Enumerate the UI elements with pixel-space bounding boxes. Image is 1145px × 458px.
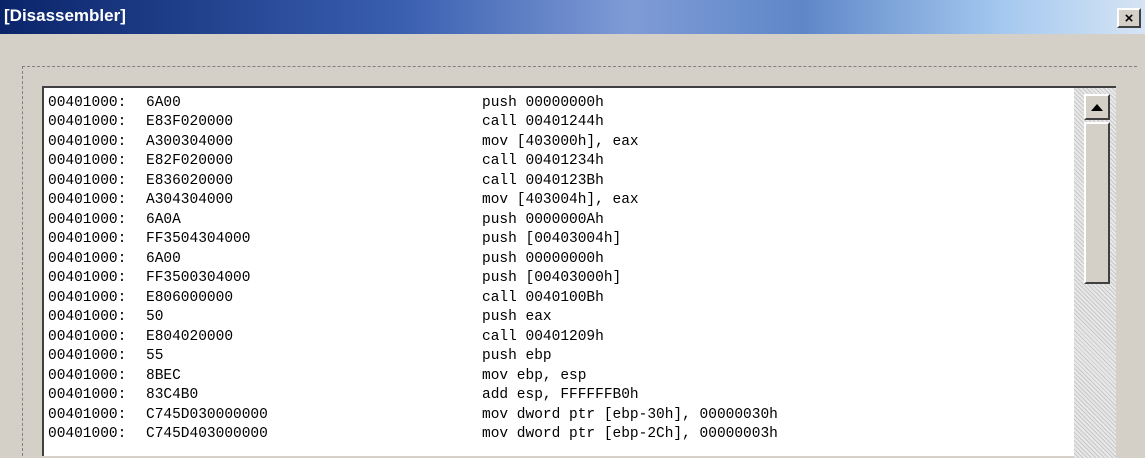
listing-bytes: A304304000: [146, 192, 234, 209]
listing-bytes: C745D030000000: [146, 406, 268, 423]
listing-address: 00401000:: [48, 94, 127, 111]
listing-address: 00401000:: [48, 406, 127, 423]
listing-bytes: 55: [146, 348, 164, 365]
listing-address: 00401000:: [48, 367, 127, 384]
vertical-scrollbar[interactable]: [1074, 88, 1116, 458]
listing-bytes: E836020000: [146, 172, 234, 189]
listing-row[interactable]: 00401000: E804020000 call 00401209h: [48, 327, 1073, 347]
listing-address: 00401000:: [48, 192, 127, 209]
arrow-up-icon: [1091, 103, 1103, 111]
listing-address: 00401000:: [48, 270, 127, 287]
listing-row[interactable]: 00401000: 55 push ebp: [48, 347, 1073, 367]
close-icon: ×: [1124, 9, 1134, 27]
listing-instruction: mov dword ptr [ebp-30h], 00000030h: [482, 406, 778, 423]
listing-row[interactable]: 00401000: A304304000 mov [403004h], eax: [48, 191, 1073, 211]
listing-address: 00401000:: [48, 172, 127, 189]
listing-row[interactable]: 00401000: FF3504304000 push [00403004h]: [48, 230, 1073, 250]
listing-instruction: push ebp: [482, 348, 552, 365]
listing-row[interactable]: 00401000: C745D030000000 mov dword ptr [eb…: [48, 405, 1073, 425]
listing-address: 00401000:: [48, 328, 127, 345]
listing-instruction: mov dword ptr [ebp-2Ch], 00000003h: [482, 426, 778, 443]
listing-row[interactable]: 00401000: E806000000 call 0040100Bh: [48, 288, 1073, 308]
listing-row[interactable]: 00401000: E82F020000 call 00401234h: [48, 152, 1073, 172]
listing-instruction: call 00401209h: [482, 328, 604, 345]
listing-instruction: push [00403004h]: [482, 231, 622, 248]
listing-address: 00401000:: [48, 426, 127, 443]
scroll-up-button[interactable]: [1084, 94, 1110, 120]
listing-bytes: E806000000: [146, 289, 234, 306]
listing-bytes: 8BEC: [146, 367, 181, 384]
listing-address: 00401000:: [48, 231, 127, 248]
disassembly-rows: 00401000: 6A00 push 00000000h 00401000: E83F…: [48, 93, 1073, 444]
close-button[interactable]: ×: [1117, 8, 1141, 28]
listing-address: 00401000:: [48, 250, 127, 267]
listing-bytes: E804020000: [146, 328, 234, 345]
listing-instruction: call 00401244h: [482, 114, 604, 131]
disassembly-listbox[interactable]: 00401000: 6A00 push 00000000h 00401000: E83F…: [42, 86, 1116, 458]
listing-instruction: push [00403000h]: [482, 270, 622, 287]
listing-row[interactable]: 00401000: A300304000 mov [403000h], eax: [48, 132, 1073, 152]
listing-bytes: FF3500304000: [146, 270, 251, 287]
listing-bytes: 83C4B0: [146, 387, 199, 404]
listing-instruction: call 0040100Bh: [482, 289, 604, 306]
listing-address: 00401000:: [48, 387, 127, 404]
listing-row[interactable]: 00401000: 8BEC mov ebp, esp: [48, 366, 1073, 386]
listing-bytes: FF3504304000: [146, 231, 251, 248]
listing-instruction: call 00401234h: [482, 153, 604, 170]
listing-bytes: 6A0A: [146, 211, 181, 228]
listing-row[interactable]: 00401000: E83F020000 call 00401244h: [48, 113, 1073, 133]
listing-row[interactable]: 00401000: 6A00 push 00000000h: [48, 93, 1073, 113]
window-title: [Disassembler]: [4, 6, 126, 25]
listing-instruction: push 00000000h: [482, 94, 604, 111]
listing-bytes: E82F020000: [146, 153, 234, 170]
listing-row[interactable]: 00401000: 6A0A push 0000000Ah: [48, 210, 1073, 230]
listing-address: 00401000:: [48, 133, 127, 150]
listing-address: 00401000:: [48, 114, 127, 131]
listing-instruction: push 0000000Ah: [482, 211, 604, 228]
listing-row[interactable]: 00401000: 50 push eax: [48, 308, 1073, 328]
listing-bytes: 6A00: [146, 94, 181, 111]
listing-address: 00401000:: [48, 348, 127, 365]
listing-row[interactable]: 00401000: E836020000 call 0040123Bh: [48, 171, 1073, 191]
listing-row[interactable]: 00401000: 83C4B0 add esp, FFFFFFB0h: [48, 386, 1073, 406]
listing-row[interactable]: 00401000: FF3500304000 push [00403000h]: [48, 269, 1073, 289]
listing-instruction: mov ebp, esp: [482, 367, 587, 384]
listing-row[interactable]: 00401000: 6A00 push 00000000h: [48, 249, 1073, 269]
title-bar[interactable]: [Disassembler] ×: [0, 0, 1145, 34]
listing-bytes: C745D403000000: [146, 426, 268, 443]
listing-instruction: mov [403004h], eax: [482, 192, 639, 209]
listing-instruction: push eax: [482, 309, 552, 326]
listing-bytes: 6A00: [146, 250, 181, 267]
listing-instruction: call 0040123Bh: [482, 172, 604, 189]
listing-address: 00401000:: [48, 309, 127, 326]
listing-bytes: A300304000: [146, 133, 234, 150]
listing-address: 00401000:: [48, 289, 127, 306]
listing-bytes: 50: [146, 309, 164, 326]
listing-address: 00401000:: [48, 211, 127, 228]
listing-instruction: add esp, FFFFFFB0h: [482, 387, 639, 404]
scrollbar-thumb[interactable]: [1084, 122, 1110, 284]
listing-row[interactable]: 00401000: C745D403000000 mov dword ptr [eb…: [48, 425, 1073, 445]
listing-instruction: push 00000000h: [482, 250, 604, 267]
listing-instruction: mov [403000h], eax: [482, 133, 639, 150]
listing-address: 00401000:: [48, 153, 127, 170]
listing-bytes: E83F020000: [146, 114, 234, 131]
